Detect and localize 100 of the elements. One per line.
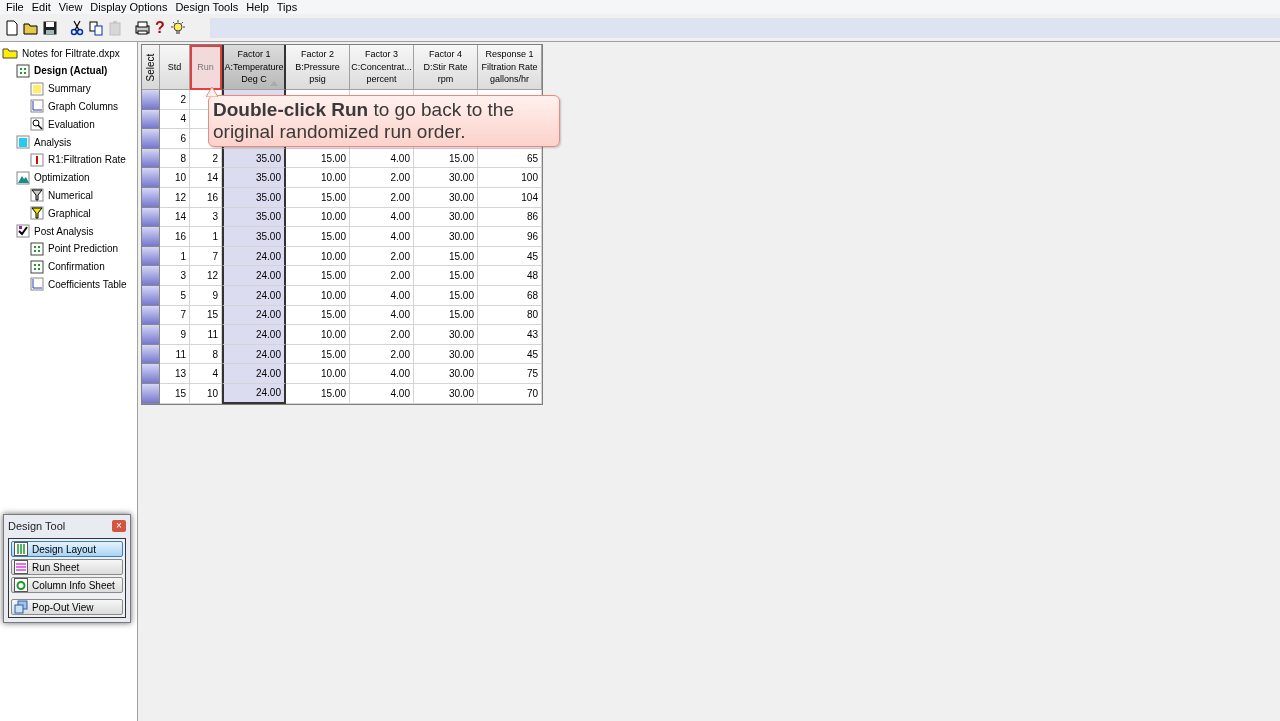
table-cell: 100 xyxy=(478,168,542,188)
table-cell: 10.00 xyxy=(286,325,350,345)
row-select-button[interactable] xyxy=(142,227,160,247)
column-header[interactable]: Response 1 Filtration Rate gallons/hr xyxy=(478,45,542,90)
row-select-button[interactable] xyxy=(142,187,160,208)
funnel-icon xyxy=(30,188,44,203)
table-cell: 24.00 xyxy=(222,285,286,306)
row-select-button[interactable] xyxy=(142,246,160,267)
tree-item[interactable]: Notes for Filtrate.dxpx xyxy=(22,45,120,61)
row-select-button[interactable] xyxy=(142,90,160,110)
new-file-icon[interactable] xyxy=(4,19,20,36)
magnifier-icon xyxy=(30,117,44,132)
table-cell: 2.00 xyxy=(350,325,414,345)
menu-item[interactable]: Help xyxy=(242,0,273,14)
table-cell: 10.00 xyxy=(286,207,350,228)
column-header[interactable]: Run xyxy=(190,45,222,90)
table-cell: 15.00 xyxy=(286,266,350,286)
menu-item[interactable]: View xyxy=(54,0,87,14)
lightbulb-icon[interactable] xyxy=(170,19,186,36)
tree-item[interactable]: Optimization xyxy=(34,170,90,186)
row-select-button[interactable] xyxy=(142,344,160,365)
column-header[interactable]: Std xyxy=(160,45,190,90)
table-cell: 43 xyxy=(478,325,542,345)
panel-button[interactable]: Pop-Out View xyxy=(11,599,123,615)
table-cell: 4.00 xyxy=(350,148,414,169)
row-select-button[interactable] xyxy=(142,325,160,345)
funnel-icon xyxy=(30,206,44,221)
panel-button[interactable]: Design Layout xyxy=(11,541,123,557)
table-cell: 35.00 xyxy=(222,187,286,208)
table-cell: 45 xyxy=(478,344,542,365)
table-cell: 96 xyxy=(478,227,542,247)
table-cell: 15.00 xyxy=(414,148,478,169)
tree-item[interactable]: Numerical xyxy=(48,187,93,203)
tree-item[interactable]: Point Prediction xyxy=(48,241,119,257)
row-select-button[interactable] xyxy=(142,285,160,306)
row-select-button[interactable] xyxy=(142,207,160,228)
tree-item[interactable]: Analysis xyxy=(34,134,72,150)
table-cell: 15.00 xyxy=(286,187,350,208)
menu-item[interactable]: Edit xyxy=(27,0,55,14)
printer-icon[interactable] xyxy=(134,19,150,36)
column-header[interactable]: Factor 4 D:Stir Rate rpm xyxy=(414,45,478,90)
tree-item[interactable]: Graph Columns xyxy=(48,99,119,114)
menu-item[interactable]: File xyxy=(2,0,28,14)
table-cell: 104 xyxy=(478,187,542,208)
tree-item[interactable]: Confirmation xyxy=(48,259,105,275)
chart-icon xyxy=(30,277,44,292)
table-cell: 4.00 xyxy=(350,227,414,247)
tooltip-callout: Double-click Run to go back to the original randomized run order. xyxy=(208,95,560,147)
panel-button[interactable]: Column Info Sheet xyxy=(11,577,123,593)
table-cell: 35.00 xyxy=(222,168,286,188)
table-cell: 4.00 xyxy=(350,207,414,228)
table-cell: 8 xyxy=(160,148,190,169)
table-cell: 80 xyxy=(478,305,542,326)
menu-item[interactable]: Display Options xyxy=(86,0,172,14)
table-cell: 30.00 xyxy=(414,344,478,365)
table-cell: 4 xyxy=(160,109,190,130)
column-header[interactable]: Factor 3 C:Concentrat... percent xyxy=(350,45,414,90)
grid-icon xyxy=(30,259,44,274)
table-cell: 2.00 xyxy=(350,187,414,208)
table-cell: 24.00 xyxy=(222,266,286,286)
windows-icon xyxy=(14,600,28,614)
table-cell: 7 xyxy=(160,305,190,326)
row-select-button[interactable] xyxy=(142,383,160,404)
table-cell: 30.00 xyxy=(414,168,478,188)
row-select-button[interactable] xyxy=(142,364,160,384)
close-button[interactable]: × xyxy=(112,520,126,532)
cycle-icon xyxy=(14,578,28,592)
row-select-button[interactable] xyxy=(142,266,160,286)
save-icon[interactable] xyxy=(42,19,58,36)
table-cell: 15.00 xyxy=(414,285,478,306)
table-cell: 15.00 xyxy=(414,266,478,286)
grid-icon xyxy=(16,63,30,78)
table-cell: 12 xyxy=(160,187,190,208)
scissors-icon[interactable] xyxy=(69,19,85,36)
table-cell: 2 xyxy=(160,90,190,110)
tree-item[interactable]: Evaluation xyxy=(48,116,95,132)
column-header[interactable]: Factor 2 B:Pressure psig xyxy=(286,45,350,90)
table-cell: 24.00 xyxy=(222,325,286,345)
table-cell: 4.00 xyxy=(350,285,414,306)
menu-item[interactable]: Tips xyxy=(272,0,302,14)
help-button[interactable]: ? xyxy=(153,19,167,36)
copy-icon[interactable] xyxy=(88,19,104,36)
tree-item[interactable]: R1:Filtration Rate xyxy=(48,152,126,168)
column-header[interactable]: Factor 1 A:Temperature Deg C xyxy=(222,45,286,90)
tree-item[interactable]: Coefficients Table xyxy=(48,276,127,292)
row-select-button[interactable] xyxy=(142,148,160,169)
tree-item[interactable]: Graphical xyxy=(48,205,91,221)
row-select-button[interactable] xyxy=(142,129,160,149)
tree-item[interactable]: Summary xyxy=(48,81,91,97)
tree-item[interactable]: Design (Actual) xyxy=(34,63,108,79)
panel-button[interactable]: Run Sheet xyxy=(11,559,123,575)
table-cell: 75 xyxy=(478,364,542,384)
row-select-button[interactable] xyxy=(142,168,160,188)
sheet-icon xyxy=(30,81,44,96)
thermometer-icon xyxy=(30,152,44,167)
menu-item[interactable]: Design Tools xyxy=(171,0,243,14)
bar-icon xyxy=(16,135,30,150)
tree-item[interactable]: Post Analysis xyxy=(34,223,94,239)
row-select-button[interactable] xyxy=(142,305,160,326)
row-select-button[interactable] xyxy=(142,109,160,130)
